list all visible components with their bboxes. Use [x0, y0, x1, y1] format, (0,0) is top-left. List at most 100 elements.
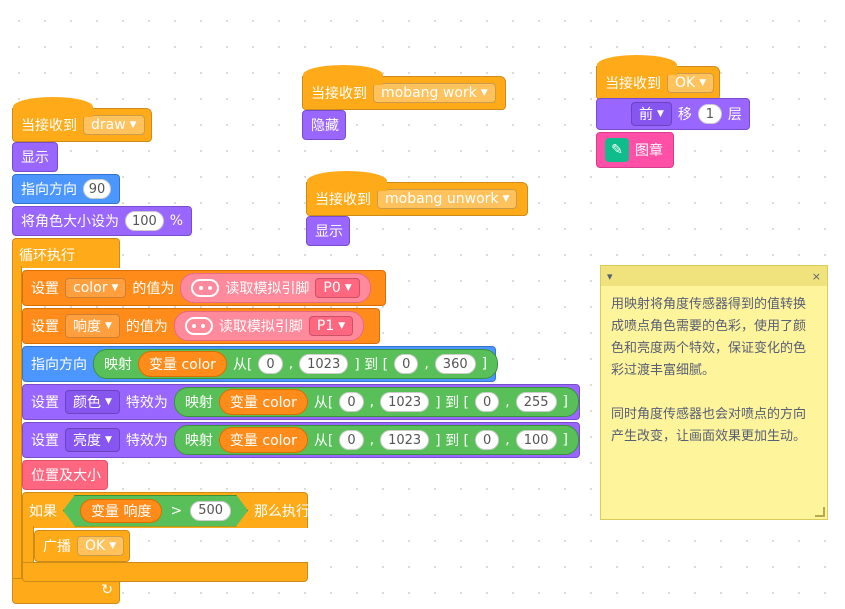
block-label: 位置及大小 [31, 468, 101, 484]
set-brightness-effect-block[interactable]: 设置 亮度 ▼ 特效为 映射 变量 color 从[ 0 , 1023 ] 到 [… [22, 422, 580, 458]
message-dropdown[interactable]: mobang work ▼ [373, 83, 496, 103]
variable-reporter[interactable]: 变量 响度 [80, 499, 162, 523]
point-direction-map-block[interactable]: 指向方向 映射 变量 color 从[ 0 , 1023 ] 到 [ 0 , 3… [22, 346, 499, 382]
variable-reporter[interactable]: 变量 color [218, 389, 308, 415]
block-label: 设置 [31, 395, 59, 411]
point-direction-block[interactable]: 指向方向 90 [12, 174, 120, 204]
dropdown-arrow-icon: ▼ [657, 109, 664, 119]
dropdown-arrow-icon: ▼ [129, 120, 137, 130]
hat-label: 当接收到 [21, 118, 77, 134]
broadcast-block[interactable]: 广播 OK ▼ [34, 530, 130, 562]
direction-input[interactable]: 90 [83, 179, 111, 199]
block-label: 指向方向 [21, 182, 77, 198]
block-label: 如果 [29, 503, 57, 520]
set-color-effect-block[interactable]: 设置 颜色 ▼ 特效为 映射 变量 color 从[ 0 , 1023 ] 到 [… [22, 384, 580, 420]
dropdown-arrow-icon: ▼ [344, 283, 352, 293]
block-label: 移 [677, 107, 692, 123]
to-min-input[interactable]: 0 [474, 392, 500, 412]
block-label: 显示 [21, 150, 49, 166]
when-receive-draw-hat[interactable]: 当接收到 draw ▼ [12, 97, 152, 142]
effect-dropdown[interactable]: 颜色 ▼ [65, 390, 120, 414]
dropdown-arrow-icon: ▼ [338, 321, 346, 331]
set-size-block[interactable]: 将角色大小设为 100 % [12, 206, 192, 236]
show-block[interactable]: 显示 [306, 216, 350, 246]
variable-reporter[interactable]: 变量 color [138, 351, 227, 377]
pin-dropdown[interactable]: P1 ▼ [308, 316, 354, 336]
size-input[interactable]: 100 [125, 211, 164, 231]
hide-block[interactable]: 隐藏 [302, 110, 346, 140]
to-max-input[interactable]: 255 [515, 392, 557, 412]
to-max-input[interactable]: 100 [515, 430, 557, 450]
map-reporter[interactable]: 映射 变量 color 从[ 0 , 1023 ] 到 [ 0 , 100 ] [173, 425, 580, 455]
block-label: 广播 [43, 539, 71, 555]
to-max-input[interactable]: 360 [434, 354, 476, 374]
hat-label: 当接收到 [315, 192, 371, 208]
from-min-input[interactable]: 0 [258, 354, 283, 374]
dropdown-arrow-icon: ▼ [502, 194, 510, 204]
read-analog-pin-reporter[interactable]: 读取模拟引脚 P0 ▼ [180, 273, 371, 303]
from-max-input[interactable]: 1023 [380, 430, 430, 450]
block-label: 隐藏 [311, 118, 339, 134]
close-icon[interactable]: × [812, 270, 821, 283]
pin-dropdown[interactable]: P0 ▼ [315, 278, 360, 298]
message-dropdown[interactable]: mobang unwork ▼ [377, 189, 518, 209]
to-min-input[interactable]: 0 [394, 354, 419, 374]
layer-count-input[interactable]: 1 [697, 104, 722, 124]
block-label: 设置 [31, 433, 59, 449]
effect-dropdown[interactable]: 亮度 ▼ [65, 428, 120, 452]
comment-note[interactable]: ▾ × 用映射将角度传感器得到的值转换成喷点角色需要的色彩，使用了颜色和亮度两个… [600, 265, 828, 520]
pen-icon: ✎ [605, 138, 629, 162]
resize-handle-icon[interactable] [815, 507, 825, 517]
compare-value-input[interactable]: 500 [190, 501, 231, 521]
variable-dropdown[interactable]: color ▼ [65, 278, 127, 298]
dropdown-arrow-icon: ▼ [480, 88, 488, 98]
collapse-icon[interactable]: ▾ [607, 270, 613, 283]
comment-header[interactable]: ▾ × [601, 266, 827, 286]
position-and-size-block[interactable]: 位置及大小 [22, 460, 108, 490]
block-label: 的值为 [132, 281, 175, 297]
dropdown-arrow-icon: ▼ [105, 397, 112, 407]
block-label: 的值为 [125, 319, 168, 335]
message-dropdown[interactable]: draw ▼ [83, 115, 145, 135]
block-label: 特效为 [125, 433, 168, 449]
unit-label: % [169, 213, 183, 229]
from-max-input[interactable]: 1023 [380, 392, 430, 412]
message-dropdown[interactable]: OK ▼ [667, 73, 715, 93]
forever-arm [12, 266, 22, 578]
if-foot [22, 562, 308, 582]
show-block[interactable]: 显示 [12, 142, 58, 172]
go-layers-block[interactable]: 前 ▼ 移 1 层 [596, 98, 750, 130]
block-label: 设置 [31, 281, 59, 297]
greater-than-operator[interactable]: 变量 响度 > 500 [63, 495, 248, 527]
when-receive-mobang-unwork-hat[interactable]: 当接收到 mobang unwork ▼ [306, 171, 528, 216]
dropdown-arrow-icon: ▼ [699, 78, 707, 88]
layer-direction-dropdown[interactable]: 前 ▼ [631, 102, 672, 126]
if-block[interactable]: 如果 变量 响度 > 500 那么执行 [22, 492, 311, 528]
forever-block[interactable]: 循环执行 [12, 238, 120, 268]
variable-dropdown[interactable]: 响度 ▼ [65, 314, 120, 338]
stamp-block[interactable]: ✎ 图章 [596, 132, 674, 168]
if-arm [22, 526, 34, 564]
block-label: 将角色大小设为 [21, 214, 119, 230]
hat-label: 当接收到 [605, 76, 661, 92]
block-label: 指向方向 [31, 357, 87, 373]
when-receive-ok-hat[interactable]: 当接收到 OK ▼ [596, 55, 720, 100]
block-label: 那么执行 [254, 503, 311, 520]
from-max-input[interactable]: 1023 [299, 354, 349, 374]
set-loudness-variable-block[interactable]: 设置 响度 ▼ 的值为 读取模拟引脚 P1 ▼ [22, 308, 380, 344]
message-dropdown[interactable]: OK ▼ [77, 536, 125, 556]
to-min-input[interactable]: 0 [474, 430, 500, 450]
set-color-variable-block[interactable]: 设置 color ▼ 的值为 读取模拟引脚 P0 ▼ [22, 270, 386, 306]
block-label: 图章 [635, 143, 663, 159]
variable-reporter[interactable]: 变量 color [218, 427, 308, 453]
loop-arrow-icon: ↻ [101, 582, 113, 598]
read-analog-pin-reporter[interactable]: 读取模拟引脚 P1 ▼ [173, 311, 365, 341]
from-min-input[interactable]: 0 [339, 392, 364, 412]
device-icon [184, 317, 213, 335]
map-reporter[interactable]: 映射 变量 color 从[ 0 , 1023 ] 到 [ 0 , 360 ] [93, 349, 499, 379]
when-receive-mobang-work-hat[interactable]: 当接收到 mobang work ▼ [302, 65, 506, 110]
comment-text[interactable]: 用映射将角度传感器得到的值转换成喷点角色需要的色彩，使用了颜色和亮度两个特效，保… [601, 286, 827, 448]
hat-label: 当接收到 [311, 86, 367, 102]
map-reporter[interactable]: 映射 变量 color 从[ 0 , 1023 ] 到 [ 0 , 255 ] [173, 387, 580, 417]
from-min-input[interactable]: 0 [339, 430, 364, 450]
